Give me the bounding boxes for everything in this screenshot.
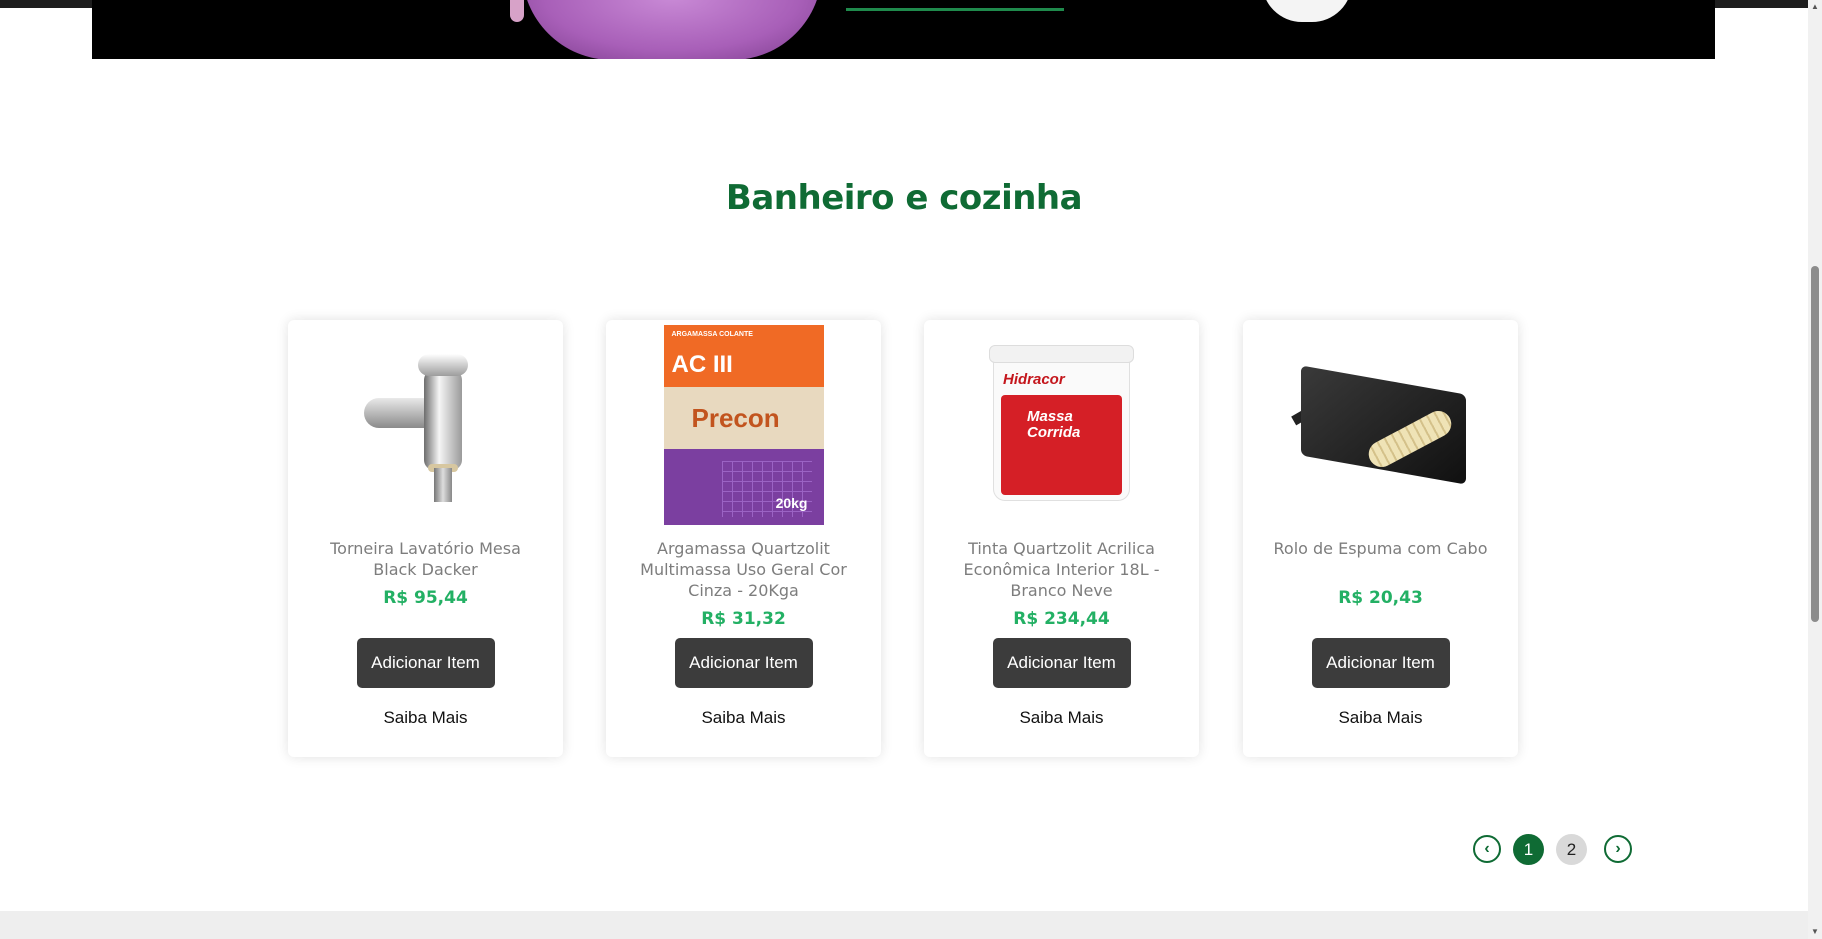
product-price: R$ 234,44 (1013, 609, 1110, 629)
add-item-button[interactable]: Adicionar Item (1311, 638, 1450, 688)
mortar-bag-image: ARGAMASSA COLANTE AC III Precon 20kg (663, 324, 824, 525)
banner-cloud-graphic (1262, 0, 1352, 22)
page-button-1[interactable]: 1 (1513, 834, 1544, 865)
page: Banheiro e cozinha Torneira Lavatório Me… (0, 0, 1822, 939)
product-image[interactable] (1290, 332, 1471, 517)
product-price: R$ 95,44 (383, 588, 468, 608)
saiba-mais-link[interactable]: Saiba Mais (288, 708, 563, 728)
product-image[interactable] (336, 332, 516, 517)
product-name: Rolo de Espuma com Cabo (1273, 539, 1488, 558)
product-image[interactable]: Hidracor Massa Corrida (972, 332, 1152, 517)
page-scrollbar[interactable]: ▲ ▼ (1808, 0, 1822, 939)
chevron-right-icon[interactable]: › (1604, 835, 1632, 863)
product-image[interactable]: ARGAMASSA COLANTE AC III Precon 20kg (654, 324, 834, 525)
add-item-button[interactable]: Adicionar Item (674, 638, 813, 688)
paint-roller-tray-image (1290, 360, 1471, 490)
product-name: Tinta Quartzolit Acrilica Econômica Inte… (963, 539, 1160, 600)
scroll-up-icon[interactable]: ▲ (1808, 0, 1822, 14)
add-item-button[interactable]: Adicionar Item (992, 638, 1131, 688)
product-name: Argamassa Quartzolit Multimassa Uso Gera… (640, 539, 847, 600)
product-price: R$ 31,32 (701, 609, 786, 629)
banner-figure-arm (510, 0, 524, 22)
paint-bucket-image: Hidracor Massa Corrida (989, 344, 1134, 505)
scrollbar-thumb[interactable] (1811, 266, 1819, 622)
banner-person-image (522, 0, 822, 59)
saiba-mais-link[interactable]: Saiba Mais (924, 708, 1199, 728)
product-card: Hidracor Massa Corrida Tinta Quartzolit … (924, 320, 1199, 757)
banner-cta-underline (846, 8, 1064, 11)
add-item-button[interactable]: Adicionar Item (356, 638, 495, 688)
footer-band (0, 911, 1808, 939)
section-title: Banheiro e cozinha (725, 178, 1083, 218)
promo-banner[interactable] (92, 0, 1715, 59)
product-price: R$ 20,43 (1338, 588, 1423, 608)
product-card: ARGAMASSA COLANTE AC III Precon 20kg Arg… (606, 320, 881, 757)
page-button-2[interactable]: 2 (1556, 834, 1587, 865)
chevron-left-icon[interactable]: ‹ (1473, 835, 1501, 863)
scroll-down-icon[interactable]: ▼ (1808, 925, 1822, 939)
faucet-image (356, 340, 496, 510)
product-card: Torneira Lavatório Mesa Black Dacker R$ … (288, 320, 563, 757)
product-name: Torneira Lavatório Mesa Black Dacker (330, 539, 521, 579)
saiba-mais-link[interactable]: Saiba Mais (1243, 708, 1518, 728)
product-card: Rolo de Espuma com Cabo R$ 20,43 Adicion… (1243, 320, 1518, 757)
saiba-mais-link[interactable]: Saiba Mais (606, 708, 881, 728)
